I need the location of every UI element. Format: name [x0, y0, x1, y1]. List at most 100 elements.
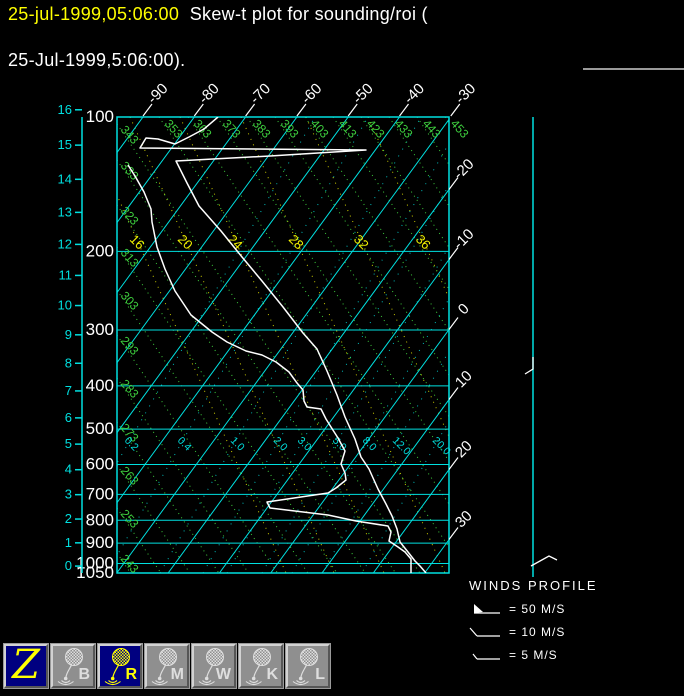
dry-adiabat-label: 433 — [392, 117, 416, 141]
height-label-9: 9 — [65, 327, 72, 342]
legend-label-5: = 5 M/S — [509, 648, 558, 662]
pressure-label-400: 400 — [86, 376, 114, 395]
moist-adiabat-line — [367, 117, 449, 300]
pressure-label-300: 300 — [86, 320, 114, 339]
mixing-ratio-label: 0.4 — [175, 435, 194, 454]
isotherm-line — [0, 117, 92, 573]
top-temp-label: -50 — [349, 80, 376, 107]
dry-adiabat-label: 373 — [220, 117, 244, 141]
height-axis: 012345678910111213141516 — [58, 102, 83, 573]
right-temp-label: 0 — [455, 300, 473, 318]
toolbar: ZB RM W K L — [4, 642, 330, 688]
toolbar-button-label: R — [125, 666, 137, 683]
right-temp-label: -20 — [450, 156, 477, 183]
wind-flag-50-icon — [474, 604, 500, 614]
height-label-1: 1 — [65, 535, 72, 550]
pressure-label-900: 900 — [86, 533, 114, 552]
dry-adiabat-line — [117, 123, 421, 573]
mixing-ratio-line — [202, 142, 449, 573]
mixing-ratio-line — [117, 117, 316, 464]
height-label-7: 7 — [65, 383, 72, 398]
toolbar-button-label: L — [315, 666, 325, 683]
legend-label-10: = 10 M/S — [509, 625, 566, 639]
wind-halfbarb-5-icon — [472, 653, 500, 660]
toolbar-button-l[interactable]: L — [286, 644, 330, 688]
isotherm-line — [270, 328, 449, 573]
toolbar-button-label: W — [215, 666, 231, 683]
dry-adiabat-labels: 343333323313303293283273263253243353 363 3… — [118, 117, 472, 576]
mixing-ratio-line — [117, 117, 369, 557]
height-label-15: 15 — [58, 137, 72, 152]
top-temp-tick — [399, 103, 409, 117]
dry-adiabat-label: 343 — [118, 123, 142, 147]
isotherm-line — [117, 118, 449, 573]
right-temp-tick — [448, 177, 459, 190]
isotherm-line — [321, 398, 449, 573]
moist-adiabat-line — [305, 117, 449, 438]
sounding-traces — [127, 117, 427, 573]
mixing-ratio-line — [261, 245, 449, 573]
toolbar-button-r[interactable]: R — [98, 644, 142, 688]
wind-barb — [524, 357, 534, 375]
toolbar-button-label: K — [266, 666, 278, 683]
right-temp-tick — [448, 317, 459, 330]
mixing-ratio-labels: 0.2 0.4 1.0 2.0 3.0 5.0 8.0 12.0 20.0 — [122, 435, 453, 458]
moist-adiabat-line — [117, 194, 287, 573]
dry-adiabat-label: 263 — [118, 464, 142, 488]
dry-adiabat-label: 383 — [250, 117, 274, 141]
isotherm-line — [117, 117, 195, 224]
height-label-2: 2 — [65, 511, 72, 526]
mixing-ratio-label: 1.0 — [228, 435, 247, 454]
isotherm-line — [372, 468, 449, 573]
pressure-label-700: 700 — [86, 484, 114, 503]
top-temp-label: -70 — [247, 80, 274, 107]
mixing-ratio-label: 8.0 — [360, 435, 379, 454]
toolbar-button-m[interactable]: M — [145, 644, 189, 688]
top-temp-label: -60 — [298, 80, 325, 107]
pressure-label-800: 800 — [86, 510, 114, 529]
toolbar-button-k[interactable]: K — [239, 644, 283, 688]
legend-label-50: = 50 M/S — [509, 602, 566, 616]
right-temp-tick — [448, 247, 459, 260]
toolbar-button-z[interactable]: Z — [4, 642, 48, 688]
title-timestamp: 25-jul-1999,05:06:00 — [8, 4, 180, 24]
dry-adiabat-label: 283 — [118, 377, 142, 401]
temperature-trace — [139, 117, 427, 573]
top-temp-tick — [193, 103, 204, 117]
isotherm-line — [424, 538, 449, 573]
title-line2: 25-Jul-1999,5:06:00). — [8, 50, 186, 70]
top-temp-label: -80 — [195, 80, 222, 107]
window-title: 25-jul-1999,05:06:00 Skew-t plot for sou… — [8, 3, 428, 72]
dry-adiabat-label: 323 — [118, 204, 142, 228]
mixing-ratio-label: 3.0 — [295, 435, 314, 454]
right-temp-labels: -20 -10 0 10 20 30 — [448, 156, 477, 540]
height-label-6: 6 — [65, 410, 72, 425]
moist-adiabat-line — [179, 117, 385, 573]
dry-adiabat-label: 303 — [118, 289, 142, 313]
height-label-11: 11 — [59, 267, 73, 282]
isotherm-line — [0, 117, 40, 573]
toolbar-button-w[interactable]: W — [192, 644, 236, 688]
height-label-8: 8 — [65, 355, 72, 370]
top-temp-tick — [142, 103, 153, 117]
isotherm-line — [117, 117, 298, 364]
height-label-0: 0 — [65, 558, 72, 573]
dry-adiabat-line — [388, 117, 449, 207]
height-label-5: 5 — [65, 436, 72, 451]
mixing-ratio-label: 5.0 — [330, 435, 349, 454]
height-label-4: 4 — [65, 462, 72, 477]
dry-adiabat-label: 293 — [118, 334, 142, 358]
moist-adiabat-label: 20 — [175, 232, 196, 253]
toolbar-button-b[interactable]: B — [51, 644, 95, 688]
legend-row-10: = 10 M/S — [469, 625, 679, 639]
dry-adiabat-label: 443 — [420, 117, 444, 141]
isotherm-line — [476, 117, 684, 573]
dry-adiabat-line — [117, 246, 338, 573]
height-label-16: 16 — [58, 102, 72, 117]
dry-adiabat-line — [332, 117, 449, 290]
moist-adiabats — [117, 117, 449, 573]
right-temp-tick — [448, 457, 459, 470]
moist-adiabat-label: 28 — [286, 232, 307, 253]
winds-legend-title: WINDS PROFILE — [469, 578, 598, 593]
wind-barb — [530, 555, 558, 567]
